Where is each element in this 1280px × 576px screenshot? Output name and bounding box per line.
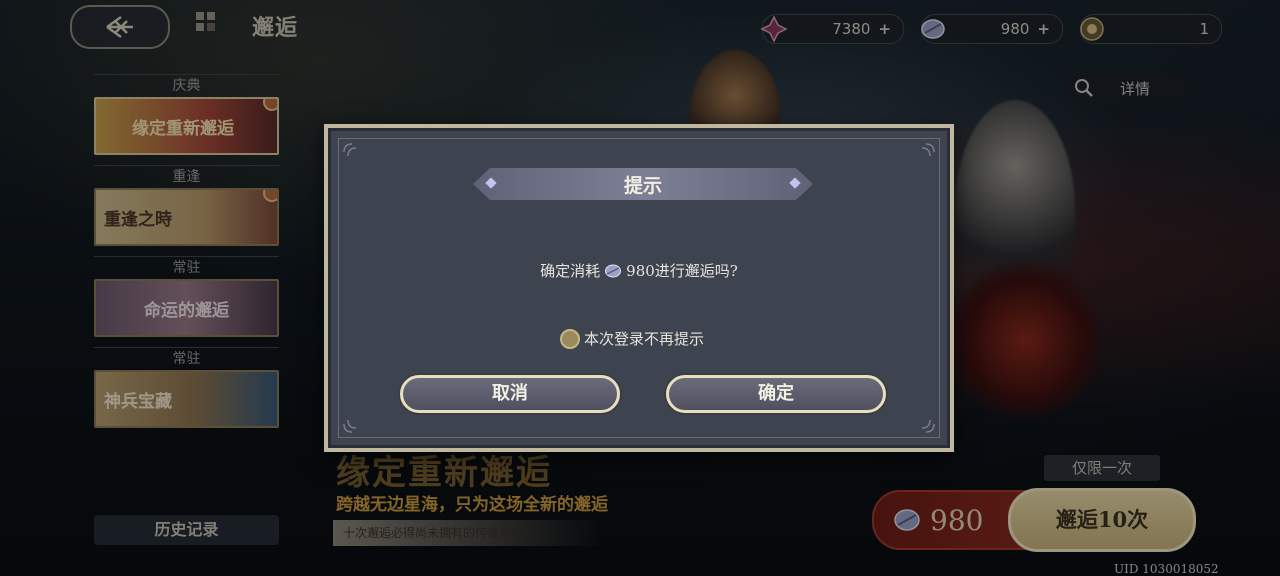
- dialog-title: 提示: [623, 174, 662, 197]
- corner-ornament-icon: [921, 143, 935, 157]
- corner-ornament-icon: [343, 419, 357, 433]
- gem-ornament-icon: [789, 177, 801, 189]
- corner-ornament-icon: [921, 419, 935, 433]
- feather-gem-icon: [605, 264, 622, 277]
- confirm-button[interactable]: 确定: [666, 375, 886, 413]
- checkbox-label: 本次登录不再提示: [584, 330, 705, 348]
- gem-ornament-icon: [485, 177, 497, 189]
- cancel-button[interactable]: 取消: [400, 375, 620, 413]
- dialog-message: 确定消耗 980进行邂逅吗?: [328, 260, 950, 281]
- confirm-dialog: 提示 确定消耗 980进行邂逅吗? 本次登录不再提示 取消 确定: [324, 124, 954, 452]
- corner-ornament-icon: [343, 143, 357, 157]
- dont-remind-checkbox[interactable]: 本次登录不再提示: [560, 328, 704, 349]
- message-prefix: 确定消耗: [540, 262, 601, 280]
- message-suffix: 进行邂逅吗?: [654, 262, 738, 280]
- checkbox-circle[interactable]: [560, 328, 580, 349]
- dialog-title-bar: 提示: [473, 168, 813, 200]
- message-cost: 980: [626, 262, 655, 280]
